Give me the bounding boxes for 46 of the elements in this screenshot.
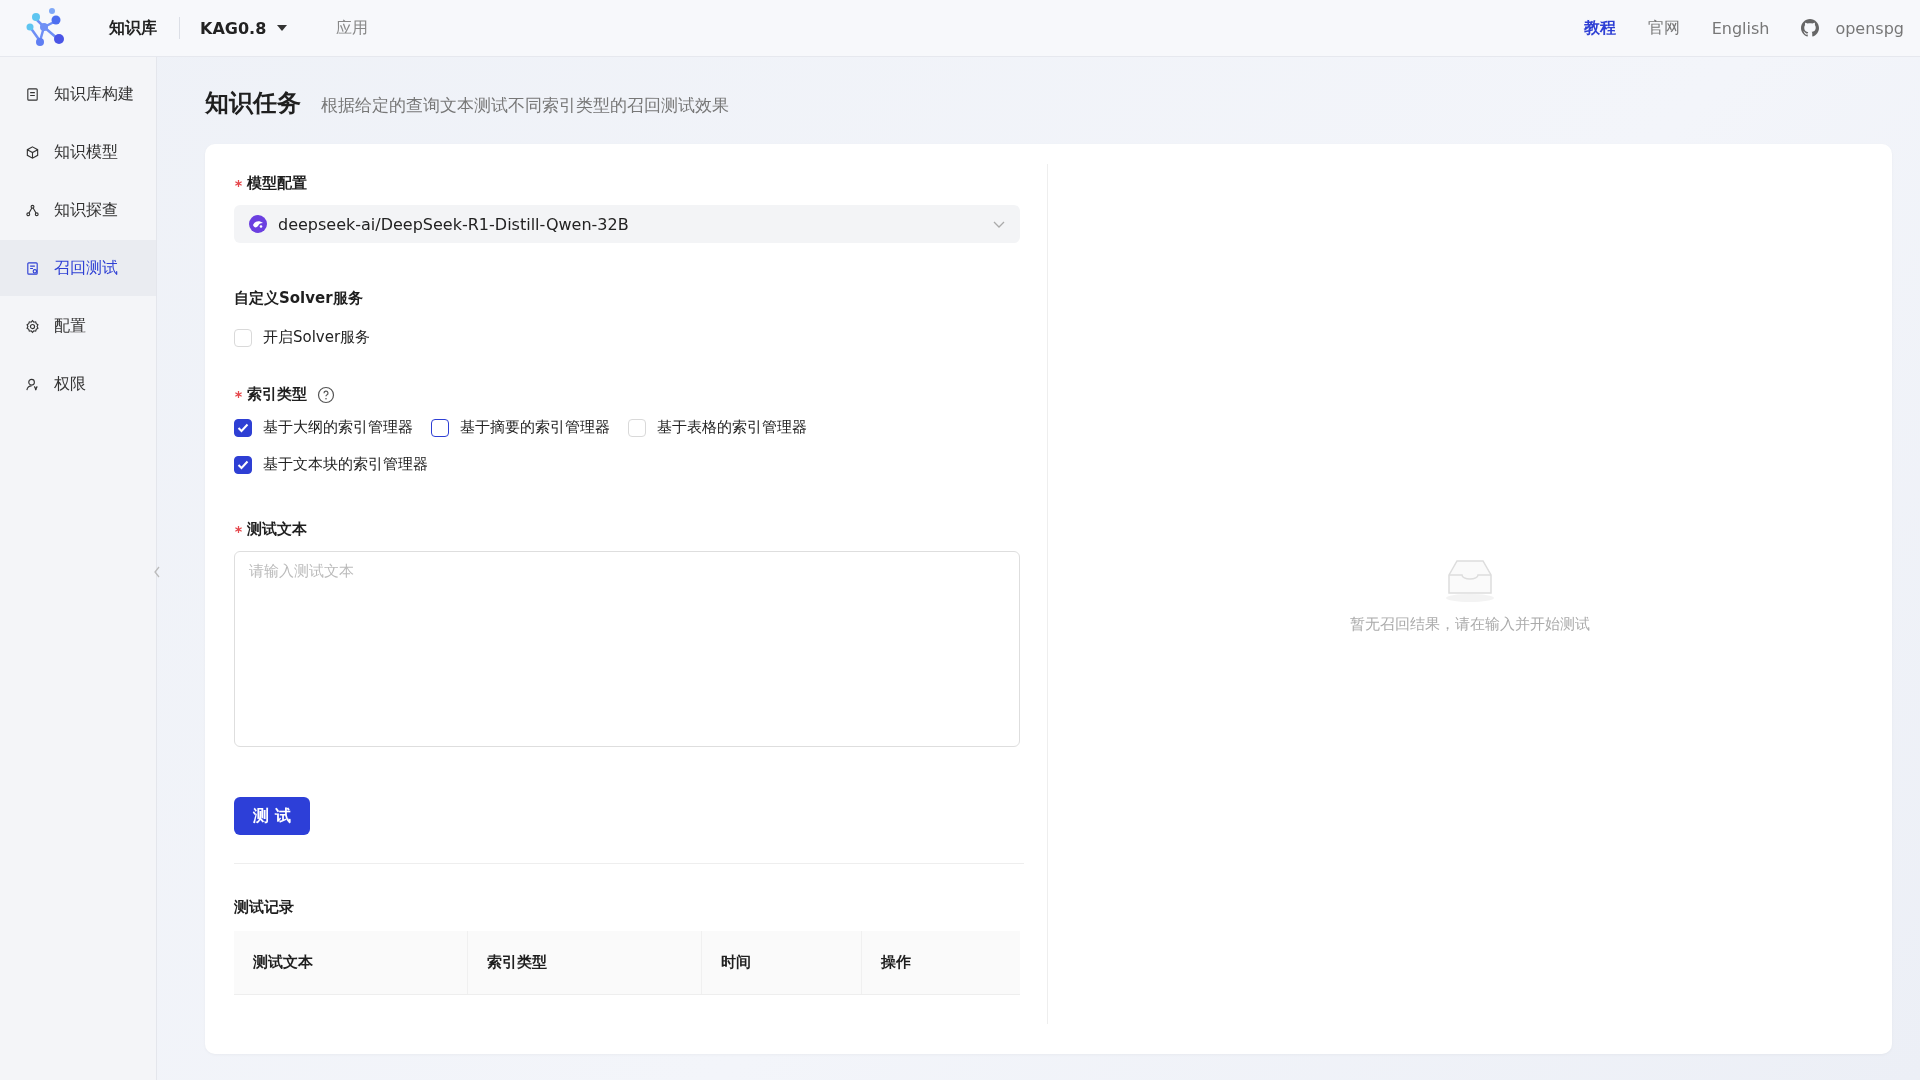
github-icon[interactable] <box>1801 19 1820 37</box>
empty-message: 暂无召回结果，请在输入并开始测试 <box>1350 614 1590 634</box>
document-icon <box>25 86 40 102</box>
field-label: 测试文本 <box>247 520 307 539</box>
page-title: 知识任务 <box>205 88 301 119</box>
help-icon[interactable] <box>317 385 335 404</box>
column-header: 测试文本 <box>253 953 313 972</box>
brand-title[interactable]: 知识库 <box>109 17 157 39</box>
nav-link[interactable]: 应用 <box>336 17 369 39</box>
test-button[interactable]: 测 试 <box>234 797 310 835</box>
sidebar-item[interactable]: 知识库构建 <box>0 66 156 122</box>
checkbox[interactable]: 基于表格的索引管理器 <box>628 418 807 437</box>
sidebar-item[interactable]: 知识探查 <box>0 182 156 238</box>
field-label: 自定义Solver服务 <box>234 289 363 308</box>
checkbox[interactable]: 开启Solver服务 <box>234 328 371 347</box>
field-label: 索引类型 <box>247 385 307 404</box>
user-icon <box>25 376 40 392</box>
sidebar-item[interactable]: 知识模型 <box>0 124 156 180</box>
section-title: 测试记录 <box>234 898 295 917</box>
cube-icon <box>25 144 40 160</box>
check-icon <box>237 422 249 433</box>
nodes-icon <box>25 202 40 218</box>
sidebar-item[interactable]: 配置 <box>0 298 156 354</box>
model-select[interactable]: deepseek-ai/DeepSeek-R1-Distill-Qwen-32B <box>234 205 1020 243</box>
field-label: 模型配置 <box>247 174 307 193</box>
header-link[interactable]: 官网 <box>1647 17 1680 39</box>
column-header: 时间 <box>721 953 751 972</box>
chevron-down-icon <box>992 219 1006 229</box>
caret-icon <box>276 24 289 32</box>
checklist-icon <box>25 260 40 276</box>
checkbox[interactable]: 基于摘要的索引管理器 <box>431 418 610 437</box>
column-header: 操作 <box>881 953 911 972</box>
page-subtitle: 根据给定的查询文本测试不同索引类型的召回测试效果 <box>321 94 729 117</box>
column-header: 索引类型 <box>487 953 547 972</box>
checkbox[interactable]: 基于大纲的索引管理器 <box>234 418 413 437</box>
check-icon <box>237 459 249 470</box>
header-link[interactable]: 教程 <box>1583 17 1616 39</box>
test-text-field[interactable]: 请输入测试文本 <box>234 551 1020 747</box>
sidebar-item[interactable]: 召回测试 <box>0 240 156 296</box>
sidebar-item[interactable]: 权限 <box>0 356 156 412</box>
header-link[interactable]: English <box>1711 18 1770 38</box>
settings-icon <box>25 318 40 334</box>
checkbox[interactable]: 基于文本块的索引管理器 <box>234 455 428 474</box>
model-logo-icon <box>248 214 268 234</box>
version-select[interactable]: KAG0.8 <box>200 18 289 38</box>
github-link[interactable]: openspg <box>1835 18 1904 38</box>
